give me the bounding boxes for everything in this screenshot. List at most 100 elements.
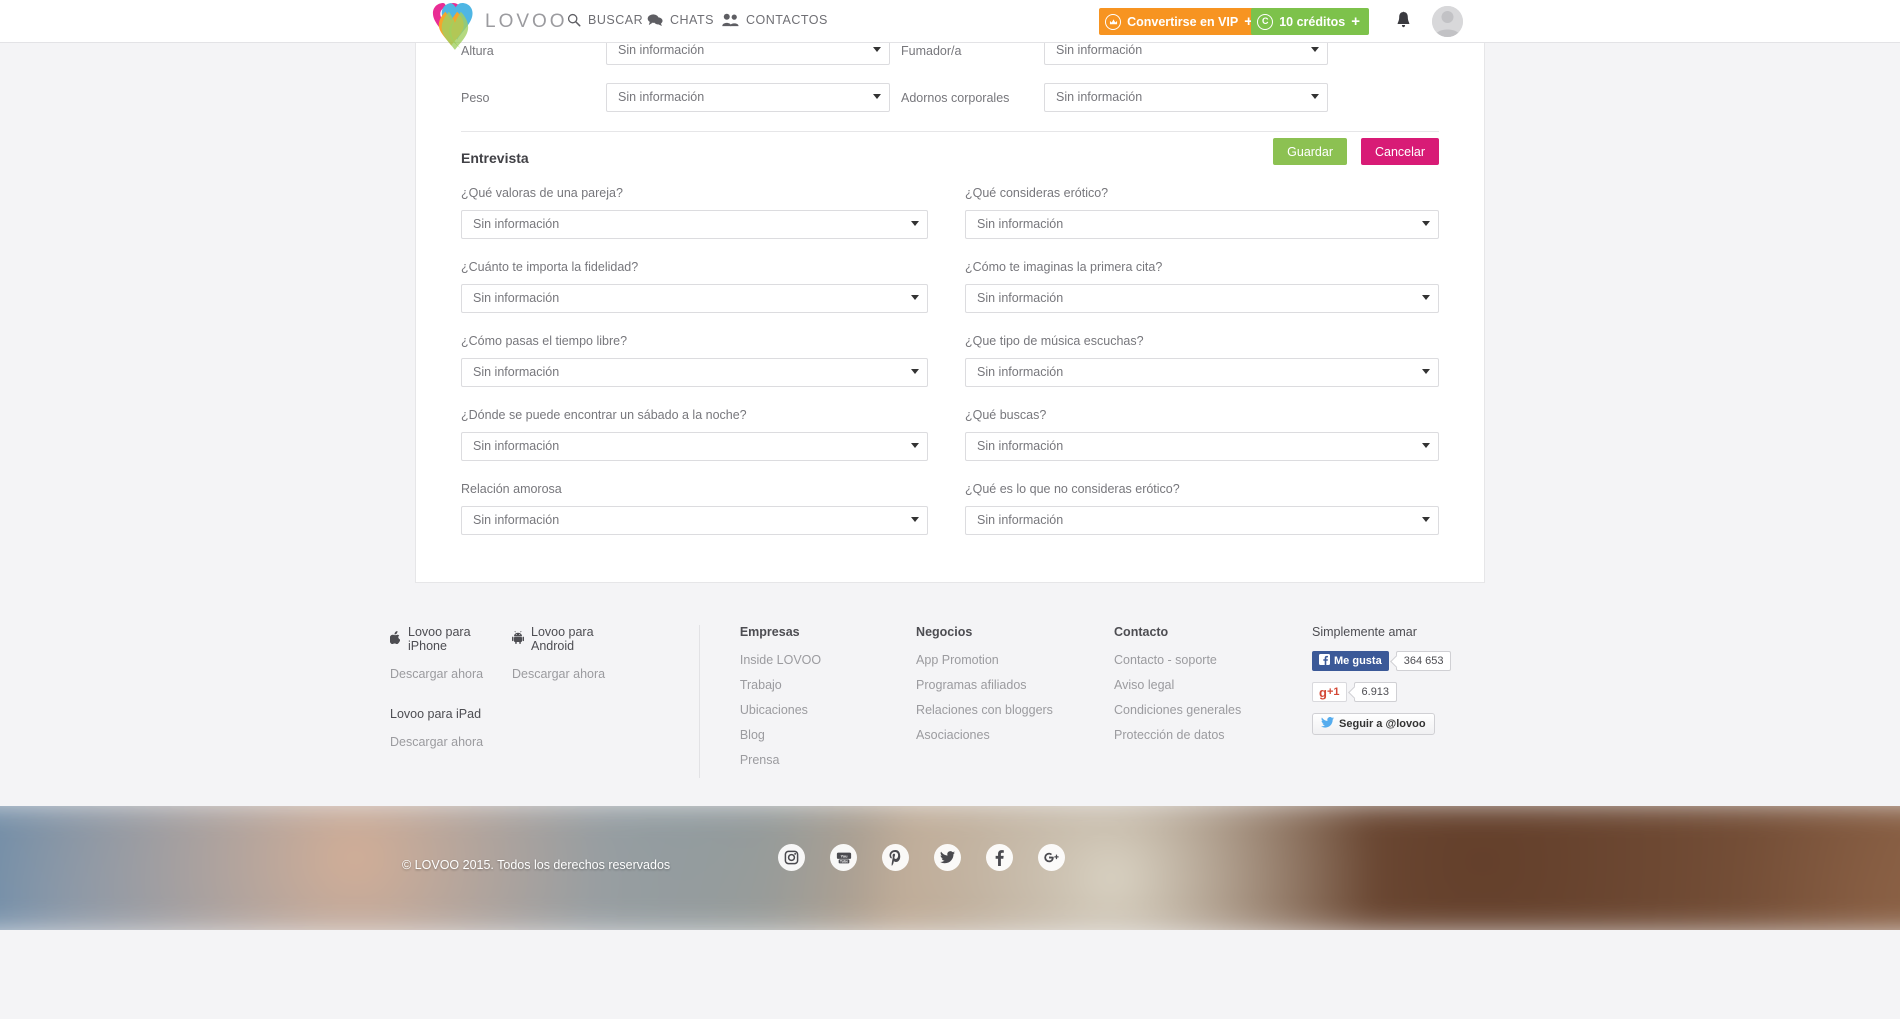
- question-label: ¿Cómo pasas el tiempo libre?: [461, 334, 628, 348]
- footer-link[interactable]: Asociaciones: [916, 728, 1114, 742]
- adornos-select[interactable]: Sin información: [1044, 83, 1328, 112]
- peso-select[interactable]: Sin información: [606, 83, 890, 112]
- footer-link[interactable]: Protección de datos: [1114, 728, 1312, 742]
- question-select[interactable]: Sin información: [461, 210, 928, 239]
- question-item: Relación amorosa Sin información: [461, 482, 950, 535]
- footer-link[interactable]: Aviso legal: [1114, 678, 1312, 692]
- question-select[interactable]: Sin información: [965, 506, 1439, 535]
- question-label: ¿Qué es lo que no consideras erótico?: [965, 482, 1180, 496]
- copyright-text: © LOVOO 2015. Todos los derechos reserva…: [402, 858, 671, 872]
- credit-coin-icon: C: [1257, 13, 1274, 30]
- footer-column-negocios: Negocios App Promotion Programas afiliad…: [916, 625, 1114, 778]
- facebook-like-widget[interactable]: Me gusta 364 653: [1312, 651, 1510, 671]
- youtube-icon[interactable]: You Tube: [830, 844, 857, 871]
- facebook-icon[interactable]: [986, 844, 1013, 871]
- nav-label: CONTACTOS: [746, 13, 828, 27]
- cancel-button[interactable]: Cancelar: [1360, 138, 1439, 165]
- question-select-wrap[interactable]: Sin información: [461, 358, 928, 387]
- social-icon-row: You Tube: [778, 844, 1065, 871]
- footer-link[interactable]: Programas afiliados: [916, 678, 1114, 692]
- footer-column-social: Simplemente amar Me gusta 364 653 g +1 6…: [1312, 625, 1510, 778]
- footer-column-title: Contacto: [1114, 625, 1169, 639]
- nav-label: BUSCAR: [588, 13, 644, 27]
- nav-item-contactos[interactable]: CONTACTOS: [722, 13, 828, 27]
- question-select-wrap[interactable]: Sin información: [461, 432, 928, 461]
- question-select-wrap[interactable]: Sin información: [461, 506, 928, 535]
- page-content: Altura Sin información Fumador/a Sin inf…: [0, 27, 1900, 930]
- question-select-wrap[interactable]: Sin información: [965, 358, 1439, 387]
- twitter-icon: [1321, 717, 1335, 731]
- question-item: ¿Qué es lo que no consideras erótico? Si…: [950, 482, 1439, 535]
- question-select-wrap[interactable]: Sin información: [461, 210, 928, 239]
- nav-item-buscar[interactable]: BUSCAR: [567, 13, 643, 27]
- twitter-icon[interactable]: [934, 844, 961, 871]
- question-label: Relación amorosa: [461, 482, 562, 496]
- twitter-follow-button[interactable]: Seguir a @lovoo: [1312, 713, 1435, 735]
- app-android-download-link[interactable]: Descargar ahora: [512, 667, 634, 681]
- footer-link[interactable]: Condiciones generales: [1114, 703, 1312, 717]
- question-item: ¿Dónde se puede encontrar un sábado a la…: [461, 408, 950, 461]
- googleplus-plusone-button[interactable]: g +1: [1312, 682, 1347, 702]
- googleplus-icon: g: [1319, 684, 1327, 700]
- question-select-wrap[interactable]: Sin información: [965, 210, 1439, 239]
- footer-link[interactable]: Ubicaciones: [740, 703, 916, 717]
- lovoo-logo-icon[interactable]: [430, 0, 474, 50]
- footer-link[interactable]: Prensa: [740, 753, 916, 767]
- credits-button[interactable]: C 10 créditos +: [1251, 8, 1369, 35]
- footer-link[interactable]: Relaciones con bloggers: [916, 703, 1114, 717]
- question-select[interactable]: Sin información: [965, 210, 1439, 239]
- question-select-wrap[interactable]: Sin información: [461, 284, 928, 313]
- footer-link[interactable]: Contacto - soporte: [1114, 653, 1312, 667]
- peso-select-wrap[interactable]: Sin información: [606, 83, 890, 112]
- app-iphone-download-link[interactable]: Descargar ahora: [390, 667, 512, 681]
- become-vip-button[interactable]: Convertirse en VIP +: [1099, 8, 1262, 35]
- app-iphone-label: Lovoo para iPhone: [408, 625, 471, 653]
- facebook-icon: [1319, 654, 1331, 668]
- app-android-title[interactable]: Lovoo para Android: [512, 625, 634, 653]
- googleplus-widget[interactable]: g +1 6.913: [1312, 682, 1510, 702]
- footer-link[interactable]: App Promotion: [916, 653, 1114, 667]
- svg-text:Tube: Tube: [839, 859, 847, 863]
- app-iphone-title[interactable]: Lovoo para iPhone: [389, 625, 512, 653]
- user-avatar[interactable]: [1432, 6, 1463, 37]
- pinterest-icon[interactable]: [882, 844, 909, 871]
- question-select[interactable]: Sin información: [965, 432, 1439, 461]
- footer-column-title: Empresas: [739, 625, 800, 639]
- question-item: ¿Qué valoras de una pareja? Sin informac…: [461, 186, 950, 239]
- facebook-like-button[interactable]: Me gusta: [1312, 651, 1389, 671]
- footer-column-contacto: Contacto Contacto - soporte Aviso legal …: [1114, 625, 1312, 778]
- question-select[interactable]: Sin información: [461, 284, 928, 313]
- googleplus-icon[interactable]: [1038, 844, 1065, 871]
- question-select[interactable]: Sin información: [965, 284, 1439, 313]
- nav-label: CHATS: [670, 13, 714, 27]
- footer-link[interactable]: Blog: [740, 728, 916, 742]
- interview-section-header: Entrevista Guardar Cancelar: [461, 132, 1439, 186]
- question-select[interactable]: Sin información: [461, 358, 928, 387]
- brand-wordmark[interactable]: LOVOO: [485, 11, 568, 33]
- svg-text:You: You: [840, 853, 848, 858]
- app-ipad-title[interactable]: Lovoo para iPad: [390, 707, 699, 721]
- question-select[interactable]: Sin información: [965, 358, 1439, 387]
- app-android-label: Lovoo para Android: [531, 625, 594, 653]
- search-icon: [567, 13, 581, 27]
- footer-link[interactable]: Trabajo: [740, 678, 916, 692]
- facebook-like-count: 364 653: [1395, 651, 1452, 671]
- question-select-wrap[interactable]: Sin información: [965, 432, 1439, 461]
- app-android-block: Lovoo para Android Descargar ahora: [512, 625, 634, 681]
- plus-icon: +: [1351, 13, 1360, 30]
- app-ipad-label: Lovoo para iPad: [390, 707, 482, 721]
- save-button[interactable]: Guardar: [1273, 138, 1347, 165]
- question-select-wrap[interactable]: Sin información: [965, 284, 1439, 313]
- nav-item-chats[interactable]: CHATS: [647, 13, 714, 27]
- question-item: ¿Cómo te imaginas la primera cita? Sin i…: [950, 260, 1439, 313]
- twitter-follow-label: Seguir a @lovoo: [1339, 718, 1426, 730]
- adornos-select-wrap[interactable]: Sin información: [1044, 83, 1328, 112]
- question-select-wrap[interactable]: Sin información: [965, 506, 1439, 535]
- question-select[interactable]: Sin información: [461, 432, 928, 461]
- top-field-row-2: Peso Sin información Adornos corporales …: [461, 74, 1439, 121]
- footer-link[interactable]: Inside LOVOO: [740, 653, 916, 667]
- question-select[interactable]: Sin información: [461, 506, 928, 535]
- app-ipad-download-link[interactable]: Descargar ahora: [390, 735, 699, 749]
- instagram-icon[interactable]: [778, 844, 805, 871]
- notifications-bell-icon[interactable]: [1396, 11, 1411, 34]
